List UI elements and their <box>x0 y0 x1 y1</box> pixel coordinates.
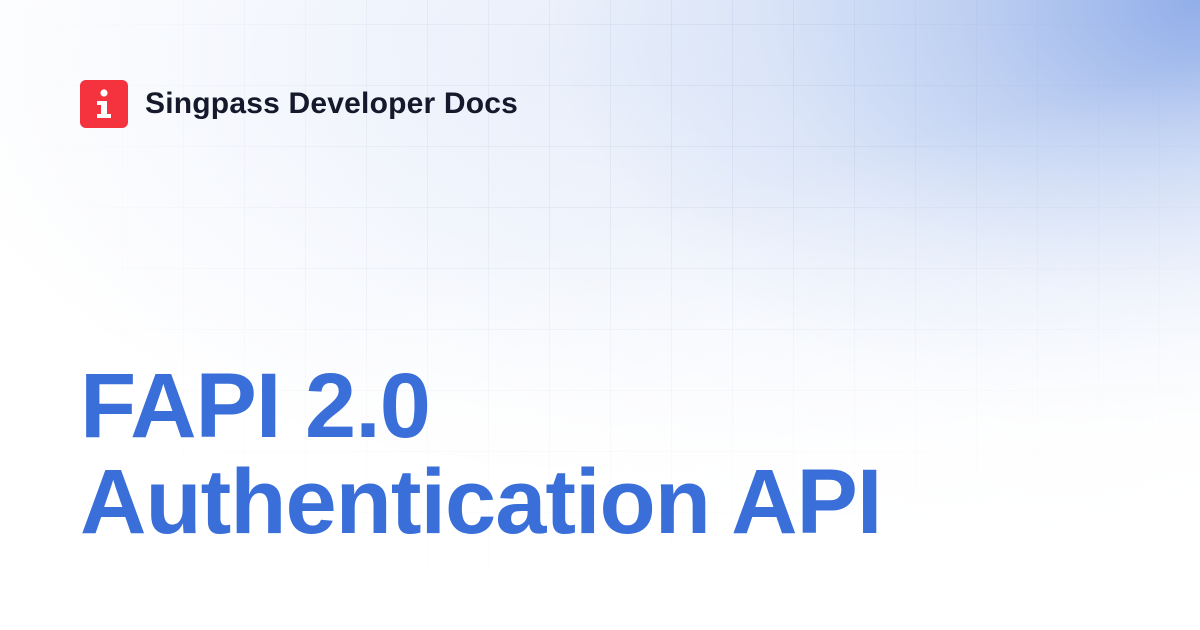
page-title-line-1: FAPI 2.0 <box>80 355 431 457</box>
page-title: FAPI 2.0 Authentication API <box>80 355 882 553</box>
brand-name: Singpass Developer Docs <box>145 87 519 120</box>
page-title-line-2: Authentication API <box>80 451 882 553</box>
singpass-info-logo-icon <box>80 80 128 128</box>
brand-header: Singpass Developer Docs <box>80 80 518 128</box>
social-card: Singpass Developer Docs FAPI 2.0 Authent… <box>0 0 1200 630</box>
